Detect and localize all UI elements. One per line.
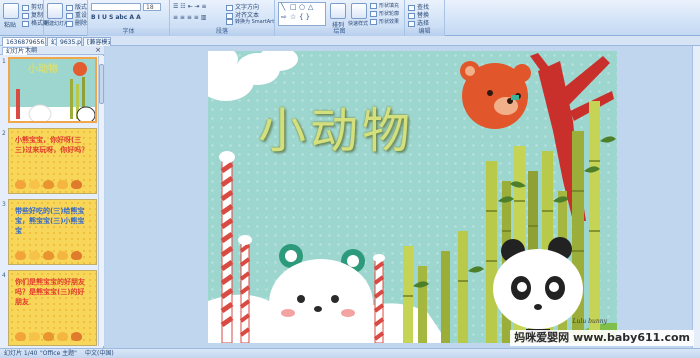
thumb-3-critter	[57, 251, 68, 260]
thumb-2-text: 小熊宝宝，你好呀(三三)过来玩呀，你好吗？	[15, 136, 89, 154]
paragraph-group: ☰ ☷ ⇤ ⇥ ≡ ≡ ≡ ≡ ≡ ▥ 文字方向 对齐文本 转换为 SmartA…	[170, 0, 275, 36]
fill-bucket-icon	[370, 2, 377, 9]
thumb-4-critter	[43, 332, 54, 341]
shape-star-icon: ☆	[290, 13, 297, 21]
thumb-3-critter	[43, 251, 54, 260]
smartart-button[interactable]: 转换为 SmartArt	[226, 18, 274, 25]
drawing-group: ╲ □ ○ △ ⇨ ☆ { } 排列 快速样式 形状填充 形状轮廓 形状效果 绘…	[275, 0, 405, 36]
thumb-1-title: 小动物	[28, 64, 58, 75]
theme-name: "Office 主题"	[40, 350, 77, 357]
red-bear	[460, 61, 531, 129]
thumb-4-critter	[57, 332, 68, 341]
delete-button[interactable]: 删除	[66, 18, 87, 27]
thumb-number-4: 4	[2, 272, 6, 279]
shape-rect-icon: □	[290, 3, 297, 11]
panel-tabs: 幻灯片 大纲 ×	[0, 46, 104, 55]
thumb-4-critter	[29, 332, 40, 341]
ribbon: 粘贴 剪切 复制 格式刷 新建幻灯片 版式 重设 删除 18 B I U S a…	[0, 0, 700, 36]
thumb-2-critter	[29, 180, 40, 189]
shape-arrow-icon: ⇨	[281, 13, 287, 21]
panel-close-icon[interactable]: ×	[95, 46, 101, 54]
thumb-3-critter	[29, 251, 40, 260]
tab-outline[interactable]: 大纲	[22, 47, 40, 55]
quick-styles-label: 快速样式	[348, 21, 369, 27]
slide-thumbnail-1[interactable]: 小动物	[8, 57, 97, 123]
delete-icon	[66, 20, 73, 27]
shape-fill-button[interactable]: 形状填充	[370, 2, 399, 9]
shape-outline-button[interactable]: 形状轮廓	[370, 10, 399, 17]
paste-button[interactable]	[3, 3, 19, 19]
slide-signature: Lulu bunny	[572, 318, 607, 325]
slide-title[interactable]: 小动物	[258, 91, 414, 161]
white-bear	[269, 244, 373, 343]
slides-panel: 幻灯片 大纲 × 1 小动物 2 小熊宝宝，你好呀(三三)过来玩呀，你好吗？ 3…	[0, 46, 104, 348]
paste-label: 粘贴	[4, 22, 17, 29]
clipboard-group: 粘贴 剪切 复制 格式刷	[0, 0, 49, 36]
slide-workspace: 小动物 Lulu bunny	[105, 46, 700, 348]
document-tabstrip: 1636879656.ppt 幻灯片 9635.ppt [兼容模式]	[0, 36, 700, 46]
slide-canvas[interactable]: 小动物 Lulu bunny	[208, 51, 617, 343]
thumb-2-critter	[15, 180, 26, 189]
panel-scroll-thumb[interactable]	[99, 64, 104, 104]
doc-tab-3[interactable]: 9635.ppt	[56, 37, 82, 46]
thumb-4-critter	[15, 332, 26, 341]
doc-tab-1[interactable]: 1636879656.ppt	[2, 37, 46, 46]
candy-stick-right	[373, 254, 385, 343]
thumb-4-text: 你们是熊宝宝的好朋友吗？是熊宝宝(三)的好朋友	[15, 278, 85, 306]
slide-thumbnail-2[interactable]: 小熊宝宝，你好呀(三三)过来玩呀，你好吗？	[8, 128, 97, 194]
thumb-4-critter	[71, 332, 82, 341]
thumb-2-critter	[43, 180, 54, 189]
slides-group: 新建幻灯片 版式 重设 删除	[44, 0, 88, 36]
paragraph-group-label: 段落	[170, 28, 274, 36]
arrange-button[interactable]	[330, 3, 346, 19]
editing-group-label: 编辑	[405, 28, 444, 36]
thumb-3-critter	[71, 251, 82, 260]
shapes-gallery[interactable]: ╲ □ ○ △ ⇨ ☆ { }	[278, 2, 326, 26]
font-group-label: 字体	[88, 28, 169, 36]
shape-effects-button[interactable]: 形状效果	[370, 18, 399, 25]
font-size-combo[interactable]: 18	[143, 3, 161, 11]
quick-styles-button[interactable]	[351, 3, 367, 19]
status-bar: 幻灯片 1/40 "Office 主题" 中文(中国)	[0, 348, 700, 358]
select-button[interactable]: 选择	[408, 18, 429, 27]
shape-triangle-icon: △	[308, 3, 314, 11]
workspace-scrollbar[interactable]	[692, 46, 700, 348]
editing-group: 查找 替换 选择 编辑	[405, 0, 445, 36]
shape-line-icon: ╲	[281, 3, 286, 11]
thumb-2-critter	[57, 180, 68, 189]
thumb-3-critter	[15, 251, 26, 260]
align-buttons[interactable]: ≡ ≡ ≡ ≡ ▥	[173, 14, 206, 21]
slide-thumbnail-4[interactable]: 你们是熊宝宝的好朋友吗？是熊宝宝(三)的好朋友	[8, 270, 97, 346]
language-indicator: 中文(中国)	[85, 350, 114, 357]
shape-oval-icon: ○	[299, 3, 306, 11]
list-buttons[interactable]: ☰ ☷ ⇤ ⇥ ≡	[173, 3, 206, 10]
site-watermark: 妈咪爱婴网 www.baby611.com	[510, 330, 694, 346]
slide-thumbnail-3[interactable]: 带些好吃的(三)给熊宝宝，熊宝宝(三)小熊宝宝	[8, 199, 97, 265]
slide-counter: 幻灯片 1/40	[4, 350, 38, 357]
brush-icon	[22, 20, 29, 27]
doc-tab-4[interactable]: [兼容模式]	[83, 37, 111, 46]
new-slide-button[interactable]	[47, 3, 63, 19]
font-style-buttons[interactable]: B I U S abc A A	[91, 14, 141, 21]
font-group: 18 B I U S abc A A 字体	[88, 0, 170, 36]
font-name-combo[interactable]	[91, 3, 141, 11]
thumb-3-text: 带些好吃的(三)给熊宝宝，熊宝宝(三)小熊宝宝	[15, 207, 85, 235]
smartart-icon	[226, 18, 233, 25]
thumb-number-3: 3	[2, 201, 6, 208]
cursor-icon	[408, 20, 415, 27]
thumb-2-critter	[71, 180, 82, 189]
panel-scrollbar[interactable]	[98, 56, 104, 346]
pen-icon	[370, 10, 377, 17]
drawing-group-label: 绘图	[275, 28, 404, 36]
thumb-number-2: 2	[2, 130, 6, 137]
effects-icon	[370, 18, 377, 25]
thumb-number-1: 1	[2, 58, 6, 65]
shape-brace-icon: { }	[299, 13, 311, 21]
